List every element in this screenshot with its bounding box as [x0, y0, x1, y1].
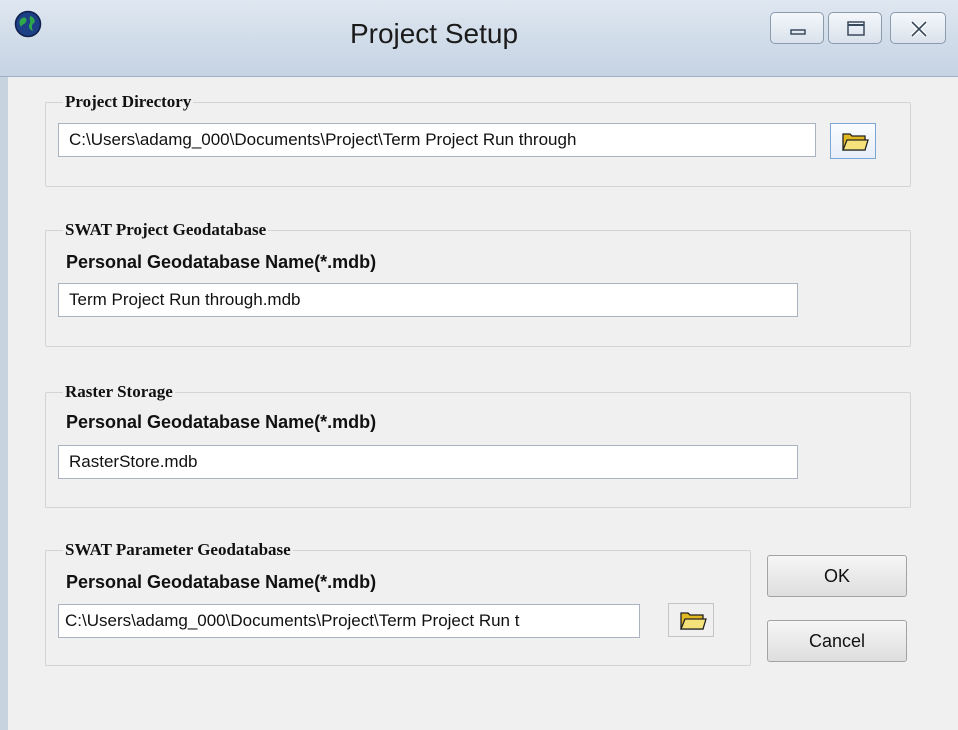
swat-project-geodatabase-title: SWAT Project Geodatabase [63, 220, 269, 240]
raster-storage-label: Personal Geodatabase Name(*.mdb) [66, 412, 377, 432]
minimize-button[interactable] [770, 12, 824, 44]
title-bar: Project Setup [0, 0, 958, 77]
swat-parameter-geodatabase-label: Personal Geodatabase Name(*.mdb) [66, 572, 377, 592]
project-directory-title: Project Directory [63, 92, 194, 112]
swat-project-geodatabase-label: Personal Geodatabase Name(*.mdb) [66, 252, 377, 272]
raster-storage-title: Raster Storage [63, 382, 175, 402]
minimize-icon [790, 29, 806, 35]
swat-parameter-geodatabase-input[interactable]: C:\Users\adamg_000\Documents\Project\Ter… [58, 604, 640, 638]
close-icon [910, 20, 928, 38]
swat-parameter-browse-button[interactable] [668, 603, 714, 637]
swat-parameter-geodatabase-title: SWAT Parameter Geodatabase [63, 540, 293, 560]
window-border [0, 77, 8, 730]
maximize-button[interactable] [828, 12, 882, 44]
cancel-button[interactable]: Cancel [767, 620, 907, 662]
raster-storage-input[interactable]: RasterStore.mdb [58, 445, 798, 479]
swat-project-geodatabase-input[interactable]: Term Project Run through.mdb [58, 283, 798, 317]
folder-icon [680, 612, 707, 630]
close-button[interactable] [890, 12, 946, 44]
folder-icon [842, 133, 869, 151]
maximize-icon [847, 21, 865, 36]
project-directory-input[interactable]: C:\Users\adamg_000\Documents\Project\Ter… [58, 123, 816, 157]
ok-button[interactable]: OK [767, 555, 907, 597]
project-directory-browse-button[interactable] [830, 123, 876, 159]
